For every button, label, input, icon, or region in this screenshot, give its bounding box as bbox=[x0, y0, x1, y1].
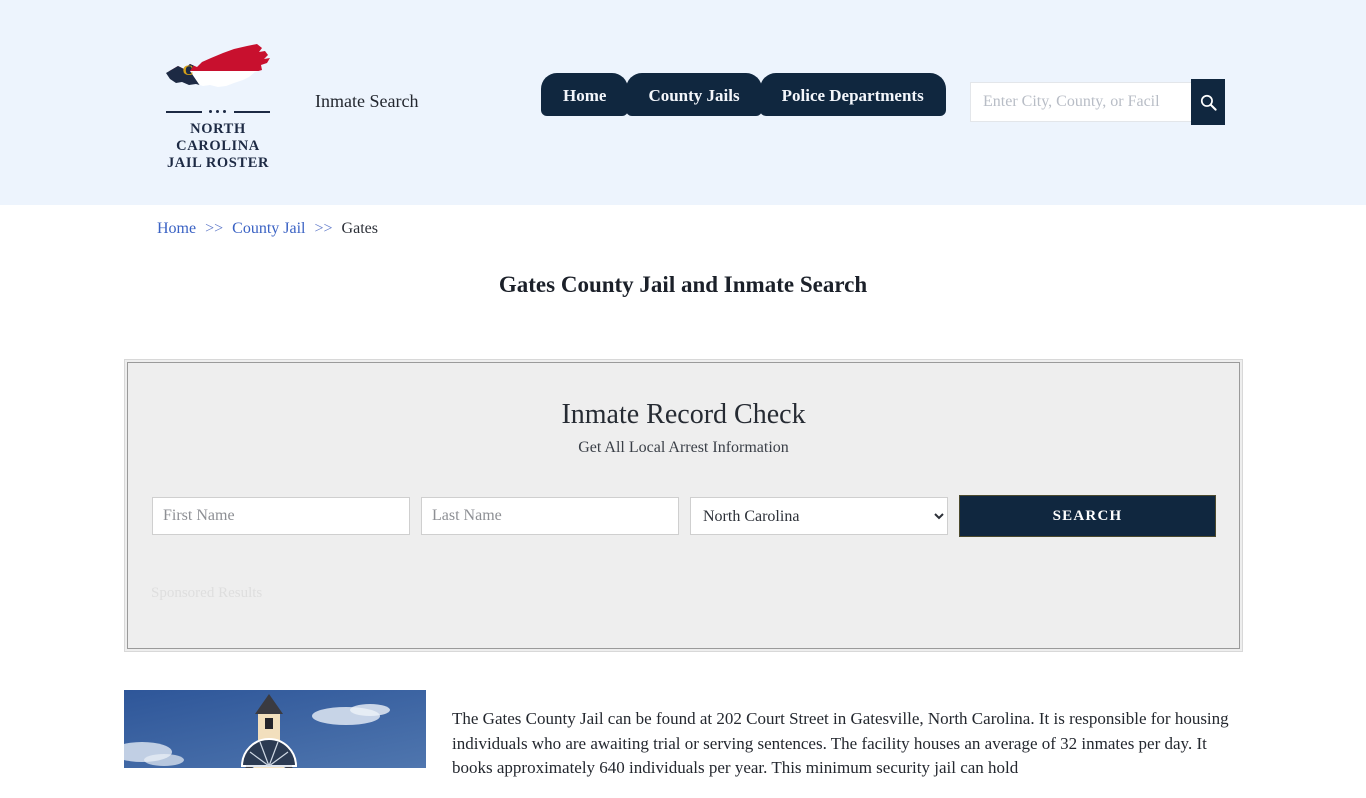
nav-item-police-departments[interactable]: Police Departments bbox=[759, 73, 946, 116]
jail-photo bbox=[124, 690, 426, 768]
search-icon bbox=[1200, 94, 1217, 111]
jail-info-section: The Gates County Jail can be found at 20… bbox=[124, 690, 1243, 798]
first-name-input[interactable] bbox=[152, 497, 410, 535]
record-check-subtitle: Get All Local Arrest Information bbox=[578, 439, 789, 456]
inmate-search-form: North Carolina SEARCH bbox=[152, 495, 1216, 537]
jail-description: The Gates County Jail can be found at 20… bbox=[452, 709, 1229, 777]
nav-item-home[interactable]: Home bbox=[541, 73, 629, 116]
sponsored-results-label: Sponsored Results bbox=[151, 585, 263, 601]
site-header: C NORTH CAROLINA JAIL ROSTER Inmate Sear… bbox=[0, 0, 1366, 205]
breadcrumb-separator: >> bbox=[205, 220, 224, 237]
breadcrumb-separator: >> bbox=[314, 220, 333, 237]
record-search-button[interactable]: SEARCH bbox=[959, 495, 1216, 537]
header-search-input[interactable] bbox=[970, 82, 1191, 122]
site-logo[interactable]: C NORTH CAROLINA JAIL ROSTER bbox=[148, 40, 288, 172]
header-search-button[interactable] bbox=[1191, 79, 1225, 125]
record-check-title: Inmate Record Check bbox=[561, 399, 806, 430]
breadcrumb-item-current: Gates bbox=[341, 220, 378, 237]
svg-text:C: C bbox=[183, 63, 194, 79]
north-carolina-state-map-icon: C bbox=[166, 44, 270, 87]
breadcrumb: Home >> County Jail >> Gates bbox=[157, 220, 378, 238]
page-title: Gates County Jail and Inmate Search bbox=[498, 272, 868, 297]
inmate-record-check-panel: Inmate Record Check Get All Local Arrest… bbox=[124, 359, 1243, 652]
logo-text-line2: JAIL ROSTER bbox=[166, 155, 270, 171]
state-select[interactable]: North Carolina bbox=[690, 497, 948, 535]
main-navigation: Home County Jails Police Departments bbox=[541, 73, 946, 116]
site-tagline: Inmate Search bbox=[315, 91, 419, 111]
breadcrumb-item-home[interactable]: Home bbox=[157, 220, 196, 237]
last-name-input[interactable] bbox=[421, 497, 679, 535]
header-search bbox=[970, 79, 1225, 125]
breadcrumb-item-county-jail[interactable]: County Jail bbox=[232, 220, 305, 237]
nav-item-county-jails[interactable]: County Jails bbox=[626, 73, 762, 116]
logo-divider bbox=[166, 107, 270, 117]
logo-text-line1: NORTH CAROLINA bbox=[176, 121, 260, 154]
